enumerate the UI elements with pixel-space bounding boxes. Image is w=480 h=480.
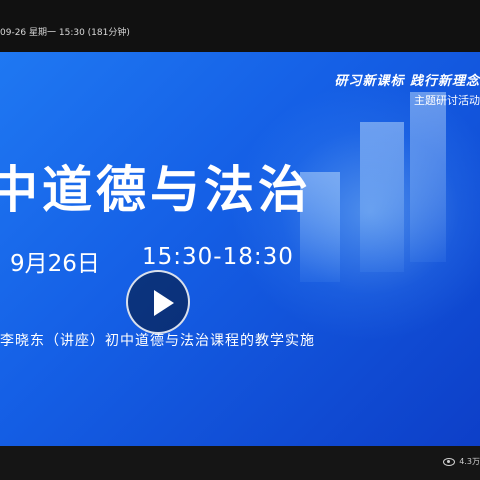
bottom-bar: 4.3万 — [0, 446, 480, 480]
background-building — [360, 122, 404, 272]
live-datetime: 09-26 星期一 15:30 (181分钟) — [0, 28, 130, 38]
slide-title: 中道德与法治 — [0, 161, 312, 219]
view-count-text: 4.3万 — [459, 457, 480, 466]
background-building — [410, 92, 446, 262]
top-bar: 09-26 星期一 15:30 (181分钟) — [0, 0, 480, 52]
event-time: 15:30-18:30 — [142, 244, 294, 270]
video-player[interactable]: 研习新课标 践行新理念 主题研讨活动 中道德与法治 9月26日 15:30-18… — [0, 52, 480, 446]
view-count: 4.3万 — [443, 454, 480, 470]
slogan-text: 研习新课标 践行新理念 — [334, 74, 480, 89]
play-icon[interactable] — [126, 270, 190, 334]
event-date: 9月26日 — [10, 251, 100, 277]
eye-icon — [443, 457, 456, 466]
activity-text: 主题研讨活动 — [414, 94, 480, 107]
